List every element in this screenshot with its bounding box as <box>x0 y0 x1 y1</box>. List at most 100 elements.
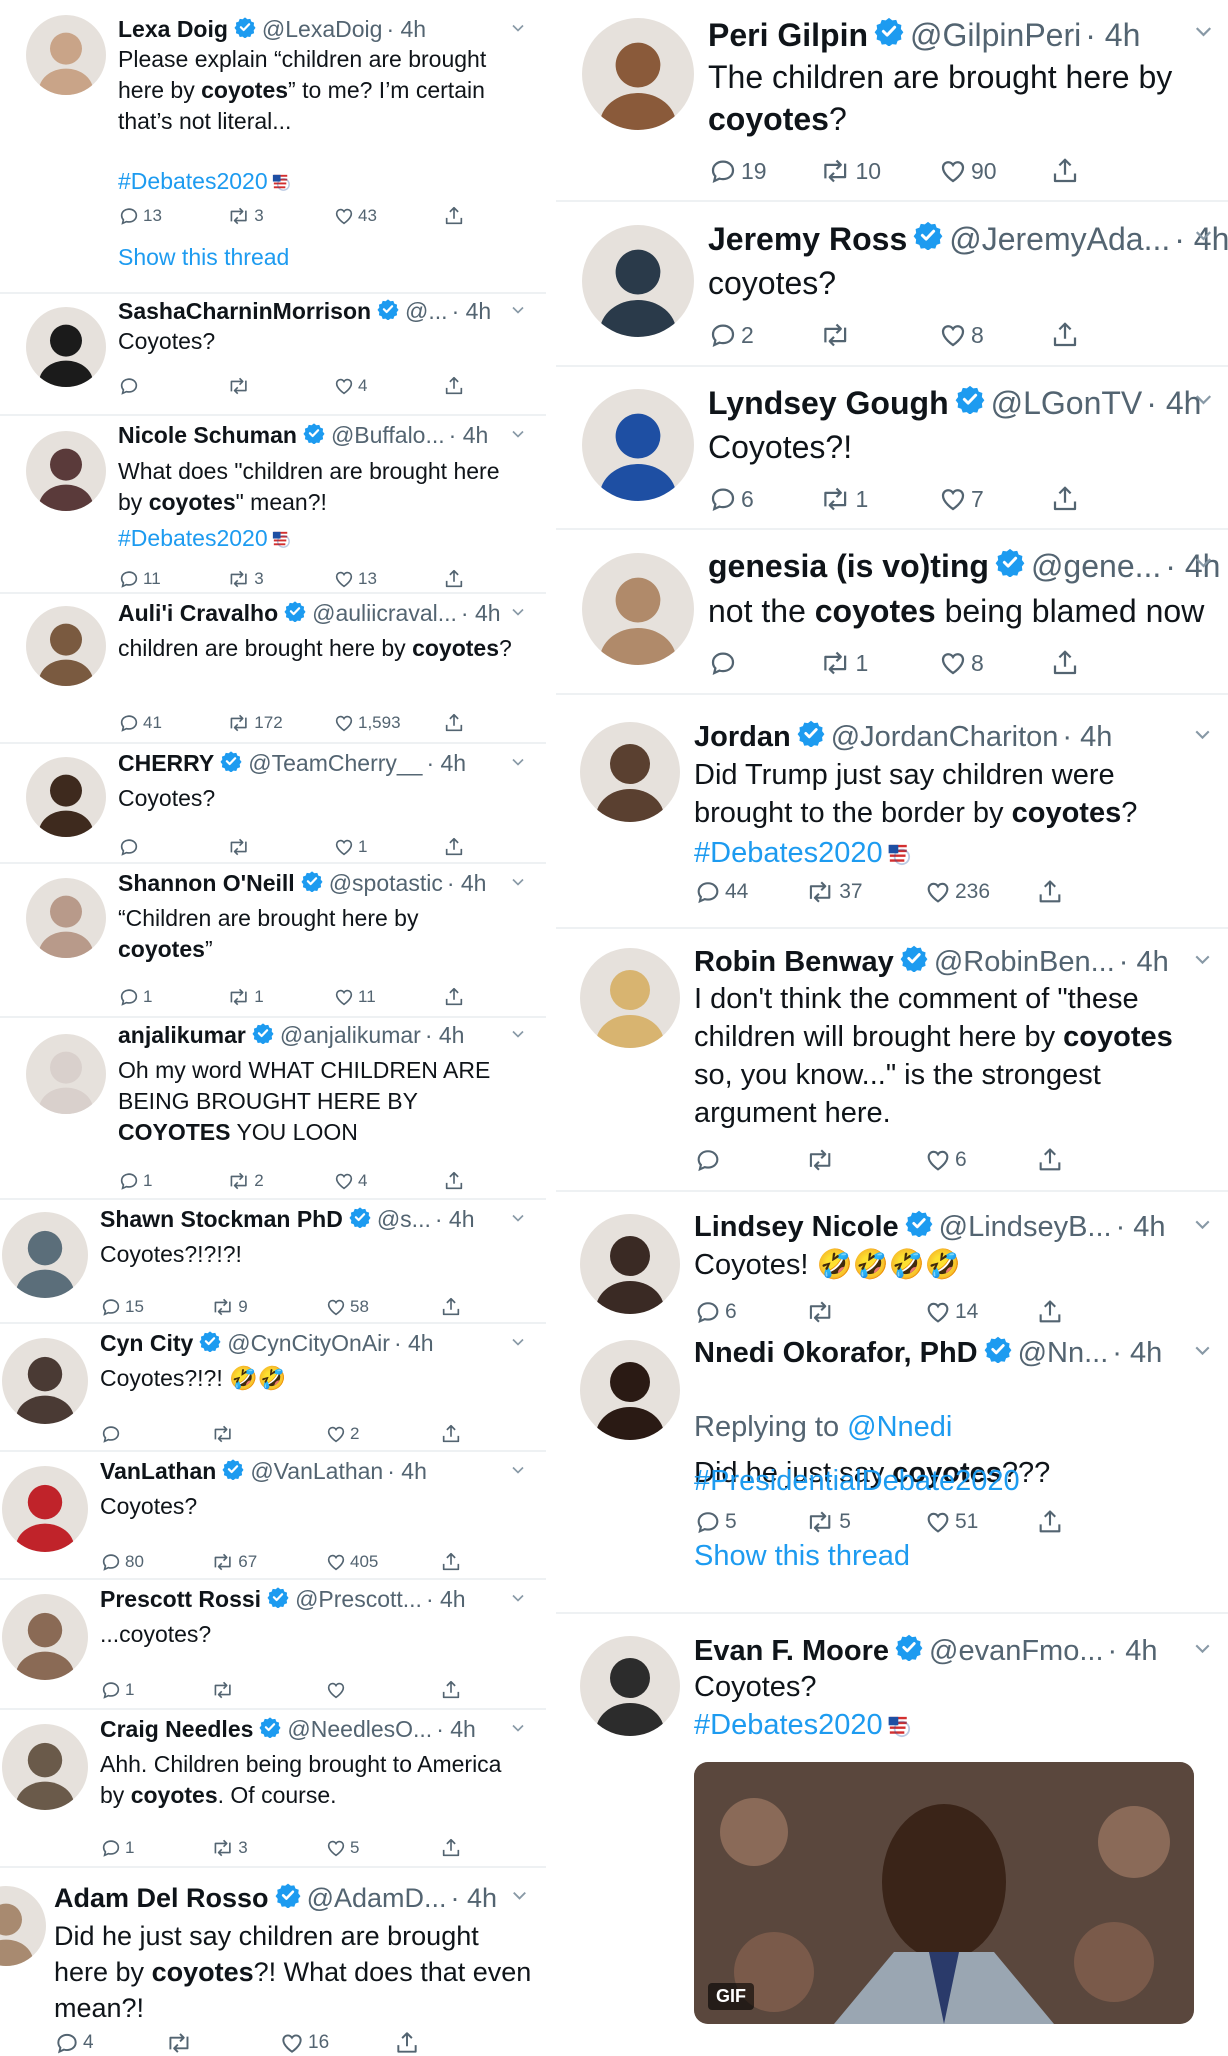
more-options-chevron-icon[interactable] <box>508 1884 531 1912</box>
retweet-button[interactable] <box>804 1146 839 1174</box>
like-button[interactable] <box>325 1679 350 1701</box>
reply-button[interactable]: 41 <box>118 712 162 734</box>
author-name[interactable]: Jordan <box>694 721 791 754</box>
more-options-chevron-icon[interactable] <box>1190 549 1217 581</box>
retweet-button[interactable] <box>164 2030 197 2056</box>
retweet-button[interactable]: 3 <box>210 1837 248 1859</box>
author-name[interactable]: Lindsey Nicole <box>694 1211 899 1244</box>
more-options-chevron-icon[interactable] <box>508 1024 528 1049</box>
avatar[interactable] <box>580 1636 680 1736</box>
author-handle[interactable]: @GilpinPeri <box>910 17 1081 54</box>
retweet-button[interactable]: 37 <box>804 878 863 906</box>
author-name[interactable]: Nnedi Okorafor, PhD <box>694 1337 978 1370</box>
retweet-button[interactable]: 67 <box>210 1551 257 1573</box>
author-handle[interactable]: @auliicraval... <box>312 600 457 627</box>
avatar[interactable] <box>580 1340 680 1440</box>
like-button[interactable]: 5 <box>325 1837 359 1859</box>
share-button[interactable] <box>1050 156 1080 186</box>
author-name[interactable]: Shannon O'Neill <box>118 870 295 897</box>
more-options-chevron-icon[interactable] <box>508 872 528 897</box>
reply-button[interactable]: 1 <box>100 1679 134 1701</box>
like-button[interactable]: 1 <box>333 836 367 858</box>
avatar[interactable] <box>26 606 106 686</box>
like-button[interactable]: 51 <box>924 1508 978 1536</box>
more-options-chevron-icon[interactable] <box>508 1332 528 1357</box>
avatar[interactable] <box>0 1886 46 1966</box>
reply-button[interactable]: 80 <box>100 1551 144 1573</box>
retweet-button[interactable] <box>210 1423 238 1445</box>
more-options-chevron-icon[interactable] <box>1190 1212 1215 1242</box>
author-handle[interactable]: @Prescott... <box>295 1586 422 1613</box>
hashtag-link[interactable]: #Debates2020 <box>694 1706 914 1744</box>
like-button[interactable]: 14 <box>924 1298 978 1326</box>
like-button[interactable]: 4 <box>333 1170 367 1192</box>
reply-button[interactable]: 1 <box>100 1837 134 1859</box>
like-button[interactable]: 7 <box>938 484 984 514</box>
like-button[interactable]: 13 <box>333 568 377 590</box>
author-handle[interactable]: @LexaDoig <box>262 16 383 43</box>
retweet-button[interactable] <box>226 375 254 397</box>
more-options-chevron-icon[interactable] <box>508 602 528 627</box>
share-button[interactable] <box>443 836 465 858</box>
more-options-chevron-icon[interactable] <box>508 424 528 449</box>
avatar[interactable] <box>582 553 694 665</box>
retweet-button[interactable]: 10 <box>818 156 881 186</box>
retweet-button[interactable] <box>804 1298 839 1326</box>
reply-button[interactable] <box>708 648 741 678</box>
reply-button[interactable]: 13 <box>118 205 162 227</box>
author-name[interactable]: Craig Needles <box>100 1716 253 1743</box>
reply-button[interactable]: 44 <box>694 878 748 906</box>
reply-button[interactable]: 6 <box>708 484 754 514</box>
hashtag-link[interactable]: #PresidentialDebate2020 <box>694 1462 1020 1500</box>
retweet-button[interactable]: 2 <box>226 1170 264 1192</box>
hashtag-link[interactable]: #Debates2020 <box>694 834 914 872</box>
avatar[interactable] <box>26 307 106 387</box>
like-button[interactable]: 90 <box>938 156 997 186</box>
author-name[interactable]: Lexa Doig <box>118 16 228 43</box>
gif-media[interactable]: GIF <box>694 1762 1194 2024</box>
reply-button[interactable] <box>694 1146 725 1174</box>
like-button[interactable]: 8 <box>938 320 984 350</box>
more-options-chevron-icon[interactable] <box>1190 947 1215 977</box>
avatar[interactable] <box>2 1338 88 1424</box>
retweet-button[interactable]: 5 <box>804 1508 851 1536</box>
reply-button[interactable] <box>118 836 143 858</box>
avatar[interactable] <box>580 1214 680 1314</box>
share-button[interactable] <box>443 375 465 397</box>
more-options-chevron-icon[interactable] <box>1190 222 1217 254</box>
author-name[interactable]: SashaCharninMorrison <box>118 298 371 325</box>
author-name[interactable]: Adam Del Rosso <box>54 1883 269 1914</box>
author-handle[interactable]: @RobinBen... <box>934 946 1115 979</box>
share-button[interactable] <box>1036 1298 1064 1326</box>
like-button[interactable]: 11 <box>333 986 376 1008</box>
like-button[interactable]: 8 <box>938 648 984 678</box>
author-handle[interactable]: @anjalikumar <box>280 1022 421 1049</box>
author-handle[interactable]: @NeedlesO... <box>287 1716 432 1743</box>
avatar[interactable] <box>582 225 694 337</box>
author-name[interactable]: Lyndsey Gough <box>708 385 949 422</box>
reply-button[interactable]: 19 <box>708 156 767 186</box>
replying-handle-link[interactable]: @Nnedi <box>847 1411 952 1443</box>
show-thread-link[interactable]: Show this thread <box>118 244 289 271</box>
more-options-chevron-icon[interactable] <box>508 1718 528 1743</box>
more-options-chevron-icon[interactable] <box>508 18 528 43</box>
avatar[interactable] <box>26 878 106 958</box>
retweet-button[interactable] <box>818 320 856 350</box>
retweet-button[interactable]: 9 <box>210 1296 248 1318</box>
like-button[interactable]: 1,593 <box>333 712 401 734</box>
like-button[interactable]: 16 <box>279 2030 329 2056</box>
retweet-button[interactable] <box>210 1679 238 1701</box>
avatar[interactable] <box>580 722 680 822</box>
share-button[interactable] <box>440 1423 462 1445</box>
like-button[interactable]: 2 <box>325 1423 359 1445</box>
author-handle[interactable]: @Nn... <box>1018 1337 1109 1370</box>
author-handle[interactable]: @gene... <box>1031 548 1161 585</box>
share-button[interactable] <box>1050 320 1080 350</box>
like-button[interactable]: 236 <box>924 878 990 906</box>
more-options-chevron-icon[interactable] <box>1190 1636 1215 1666</box>
retweet-button[interactable]: 1 <box>818 484 868 514</box>
share-button[interactable] <box>443 1170 465 1192</box>
avatar[interactable] <box>2 1212 88 1298</box>
avatar[interactable] <box>580 948 680 1048</box>
more-options-chevron-icon[interactable] <box>508 1588 528 1613</box>
